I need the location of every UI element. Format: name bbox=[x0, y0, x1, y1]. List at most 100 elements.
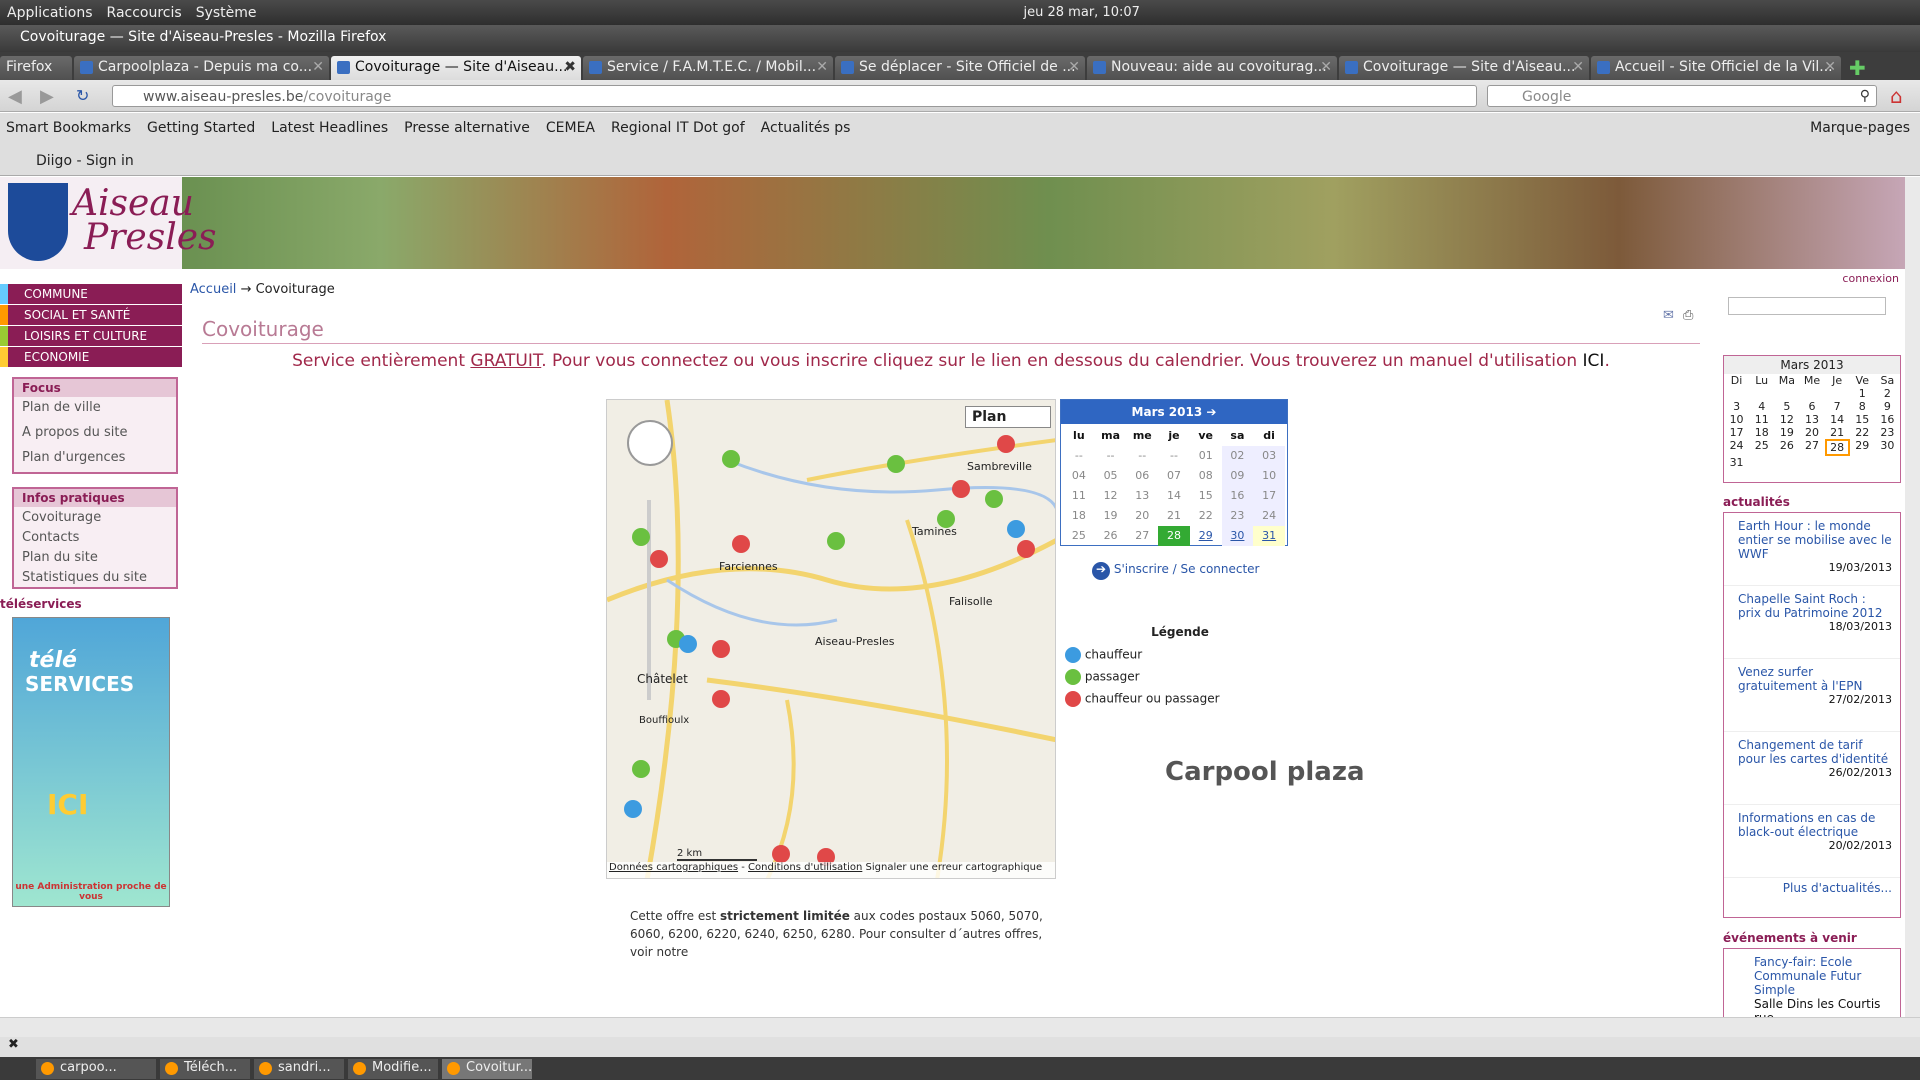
bookmark-presse[interactable]: Presse alternative bbox=[398, 120, 540, 136]
signin-link[interactable]: ➔ S'inscrire / Se connecter bbox=[1092, 562, 1260, 580]
map-pin-both[interactable] bbox=[952, 480, 970, 498]
close-tab-icon[interactable]: ✕ bbox=[1572, 59, 1584, 75]
back-arrow-icon[interactable]: ◀ bbox=[8, 86, 22, 107]
close-tab-icon[interactable]: ✕ bbox=[1320, 59, 1332, 75]
close-tab-icon[interactable]: ✕ bbox=[312, 59, 324, 75]
menu-commune[interactable]: COMMUNE bbox=[0, 284, 182, 304]
bookmark-actualites-ps[interactable]: Actualités ps bbox=[755, 120, 861, 136]
map-report-link[interactable]: Signaler une erreur cartographique bbox=[866, 862, 1043, 873]
carpool-map[interactable]: Plan Sambreville Farciennes Tamines Aise… bbox=[606, 399, 1056, 879]
map-pin-passager[interactable] bbox=[722, 450, 740, 468]
menu-economie[interactable]: ECONOMIE bbox=[0, 347, 182, 367]
map-pin-passager[interactable] bbox=[632, 760, 650, 778]
search-input[interactable]: Google ⚲ bbox=[1487, 85, 1877, 107]
menu-loisirs-culture[interactable]: LOISIRS ET CULTURE bbox=[0, 326, 182, 346]
gratuit-link[interactable]: GRATUIT bbox=[470, 351, 541, 371]
focus-plan-urgences[interactable]: Plan d'urgences bbox=[14, 447, 176, 472]
map-pin-both[interactable] bbox=[772, 845, 790, 863]
infos-contacts[interactable]: Contacts bbox=[14, 527, 176, 547]
event-item[interactable]: Fancy-fair: Ecole Communale Futur Simple… bbox=[1723, 948, 1901, 1017]
applications-menu[interactable]: Applications bbox=[0, 5, 100, 21]
map-pin-both[interactable] bbox=[650, 550, 668, 568]
close-icon[interactable]: ✖ bbox=[0, 1037, 19, 1052]
bookmark-cemea[interactable]: CEMEA bbox=[540, 120, 605, 136]
map-type-select[interactable]: Plan bbox=[965, 406, 1051, 428]
map-pin-both[interactable] bbox=[712, 640, 730, 658]
carpoolplaza-logo[interactable]: Carpool plaza bbox=[1165, 757, 1365, 787]
map-terms-link[interactable]: Conditions d'utilisation bbox=[748, 862, 862, 873]
tab-famtec[interactable]: Service / F.A.M.T.E.C. / Mobil... ✕ bbox=[583, 56, 833, 80]
task-modifie[interactable]: Modifie... bbox=[348, 1058, 438, 1079]
forward-arrow-icon[interactable]: ▶ bbox=[40, 86, 54, 107]
focus-a-propos[interactable]: A propos du site bbox=[14, 422, 176, 447]
map-pin-both[interactable] bbox=[1017, 540, 1035, 558]
infos-covoiturage[interactable]: Covoiturage bbox=[14, 507, 176, 527]
map-pin-passager[interactable] bbox=[937, 510, 955, 528]
task-telech[interactable]: Téléch... bbox=[160, 1058, 250, 1079]
map-pin-passager[interactable] bbox=[887, 455, 905, 473]
map-pin-passager[interactable] bbox=[827, 532, 845, 550]
bookmark-regional-it[interactable]: Regional IT Dot gof bbox=[605, 120, 755, 136]
connexion-link[interactable]: connexion bbox=[1842, 272, 1899, 285]
manual-ici-link[interactable]: ICI bbox=[1583, 351, 1605, 371]
site-logo[interactable]: Aiseau Presles bbox=[0, 177, 217, 269]
clock[interactable]: jeu 28 mar, 10:07 bbox=[1024, 5, 1140, 20]
menu-social-sante[interactable]: SOCIAL ET SANTÉ bbox=[0, 305, 182, 325]
teleservices-banner[interactable]: télé SERVICES ICI une Administration pro… bbox=[12, 617, 170, 907]
breadcrumb: Accueil → Covoiturage bbox=[190, 282, 335, 297]
focus-plan-de-ville[interactable]: Plan de ville bbox=[14, 397, 176, 422]
bookmarks-menu[interactable]: Marque-pages bbox=[1804, 120, 1920, 136]
history-icon[interactable]: ↻ bbox=[76, 86, 89, 105]
close-tab-icon[interactable]: ✕ bbox=[1824, 59, 1836, 75]
home-icon[interactable]: ⌂ bbox=[1890, 84, 1903, 108]
map-data-link[interactable]: Données cartographiques bbox=[609, 862, 738, 873]
news-item[interactable]: Changement de tarif pour les cartes d'id… bbox=[1724, 732, 1900, 805]
map-pin-passager[interactable] bbox=[985, 490, 1003, 508]
calendar-today[interactable]: 28 bbox=[1158, 526, 1190, 546]
shortcuts-menu[interactable]: Raccourcis bbox=[100, 5, 189, 21]
news-item[interactable]: Earth Hour : le monde entier se mobilise… bbox=[1724, 513, 1900, 586]
map-pin-chauffeur[interactable] bbox=[1007, 520, 1025, 538]
tab-se-deplacer[interactable]: Se déplacer - Site Officiel de ... ✕ bbox=[835, 56, 1085, 80]
infos-plan-du-site[interactable]: Plan du site bbox=[14, 547, 176, 567]
bookmark-latest-headlines[interactable]: Latest Headlines bbox=[265, 120, 398, 136]
bookmark-smart[interactable]: Smart Bookmarks bbox=[0, 120, 141, 136]
task-sandri[interactable]: sandri... bbox=[254, 1058, 344, 1079]
map-pin-chauffeur[interactable] bbox=[624, 800, 642, 818]
firefox-menu-button[interactable]: Firefox bbox=[0, 56, 72, 80]
map-pin-passager[interactable] bbox=[632, 528, 650, 546]
new-tab-icon[interactable]: ✚ bbox=[1843, 56, 1872, 80]
news-item[interactable]: Venez surfer gratuitement à l'EPN 27/02/2… bbox=[1724, 659, 1900, 732]
bookmark-getting-started[interactable]: Getting Started bbox=[141, 120, 265, 136]
map-pin-both[interactable] bbox=[732, 535, 750, 553]
breadcrumb-home[interactable]: Accueil bbox=[190, 282, 236, 297]
tab-covoiturage-2[interactable]: Covoiturage — Site d'Aiseau... ✕ bbox=[1339, 56, 1589, 80]
url-bar[interactable]: www.aiseau-presles.be/covoiturage bbox=[112, 85, 1477, 107]
mini-calendar: Mars 2013 Di Lu Ma Me Je Ve Sa 12 3456789 10 11… bbox=[1723, 355, 1901, 483]
tab-covoiturage-active[interactable]: Covoiturage — Site d'Aiseau... ✖ bbox=[331, 56, 581, 80]
site-search-input[interactable] bbox=[1728, 297, 1886, 315]
close-tab-icon[interactable]: ✖ bbox=[564, 59, 576, 75]
bookmark-diigo[interactable]: Diigo - Sign in bbox=[0, 143, 1920, 176]
system-menu[interactable]: Système bbox=[189, 5, 264, 21]
tab-nouveau-aide[interactable]: Nouveau: aide au covoiturag... ✕ bbox=[1087, 56, 1337, 80]
map-pan-control[interactable] bbox=[627, 420, 673, 466]
tab-accueil[interactable]: Accueil - Site Officiel de la Vil... ✕ bbox=[1591, 56, 1841, 80]
map-pin-both[interactable] bbox=[712, 690, 730, 708]
mini-calendar-today[interactable]: 28 bbox=[1824, 439, 1850, 456]
vertical-scrollbar[interactable] bbox=[1905, 177, 1920, 1017]
close-tab-icon[interactable]: ✕ bbox=[816, 59, 828, 75]
close-tab-icon[interactable]: ✕ bbox=[1068, 59, 1080, 75]
more-news-link[interactable]: Plus d'actualités... bbox=[1724, 878, 1900, 898]
infos-statistiques[interactable]: Statistiques du site bbox=[14, 567, 176, 587]
search-icon[interactable]: ⚲ bbox=[1860, 88, 1870, 104]
task-covoiturage[interactable]: Covoitur... bbox=[442, 1058, 532, 1079]
tab-carpoolplaza[interactable]: Carpoolplaza - Depuis ma co... ✕ bbox=[74, 56, 329, 80]
task-carpool[interactable]: carpoo... bbox=[36, 1058, 156, 1079]
news-item[interactable]: Informations en cas de black-out électri… bbox=[1724, 805, 1900, 878]
calendar-next-icon[interactable]: ➔ bbox=[1206, 405, 1216, 419]
map-pin-both[interactable] bbox=[997, 435, 1015, 453]
news-item[interactable]: Chapelle Saint Roch : prix du Patrimoine… bbox=[1724, 586, 1900, 659]
horizontal-scrollbar[interactable] bbox=[0, 1017, 1920, 1037]
map-pin-chauffeur[interactable] bbox=[679, 635, 697, 653]
